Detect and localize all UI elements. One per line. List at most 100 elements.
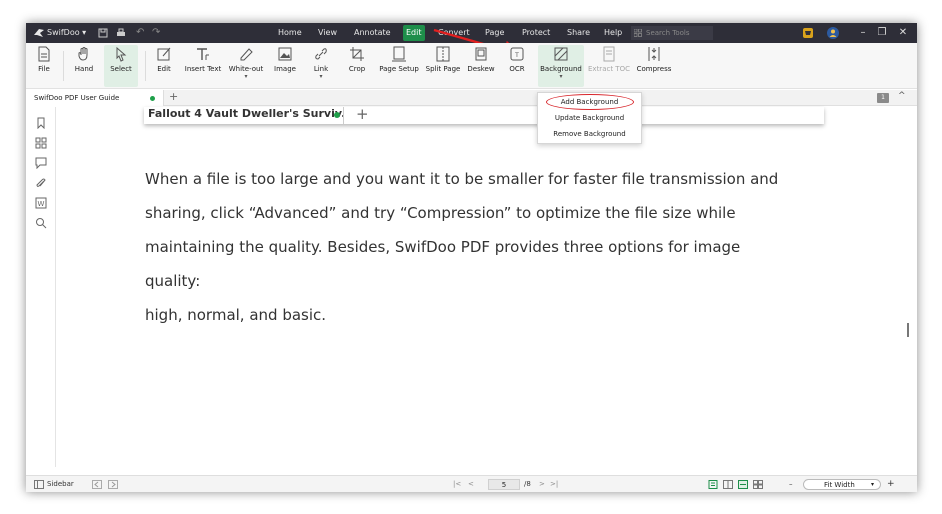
total-pages: /8: [524, 480, 531, 488]
page-count-badge: 1: [877, 93, 889, 103]
extract-toc-button[interactable]: Extract TOC: [588, 45, 630, 87]
background-icon: [554, 47, 568, 61]
menu-edit[interactable]: Edit: [403, 25, 425, 41]
select-label: Select: [110, 65, 132, 73]
white-out-button[interactable]: White-out ▾: [226, 45, 266, 87]
current-page-input[interactable]: 5: [488, 479, 520, 490]
image-icon: [278, 47, 292, 61]
ocr-label: OCR: [509, 65, 525, 73]
ocr-icon: T: [510, 47, 524, 61]
first-page-icon[interactable]: |<: [453, 476, 461, 492]
maximize-icon[interactable]: ❐: [873, 23, 891, 43]
two-page-view-icon[interactable]: [723, 480, 733, 489]
link-button[interactable]: Link ▾: [308, 45, 334, 87]
edit-icon: [157, 47, 171, 61]
image-button[interactable]: Image: [271, 45, 299, 87]
attachment-icon[interactable]: [35, 177, 47, 189]
sidebar-toggle-icon[interactable]: [34, 480, 44, 489]
undo-icon[interactable]: ↶: [136, 23, 144, 43]
edit-button[interactable]: Edit: [152, 45, 176, 87]
cursor-icon: [116, 46, 127, 62]
document-viewport[interactable]: Fallout 4 Vault Dweller's Surviv... + Wh…: [57, 105, 902, 467]
next-page-icon[interactable]: >: [539, 476, 545, 492]
deskew-label: Deskew: [467, 65, 495, 73]
extract-toc-icon: [603, 46, 615, 62]
embedded-screenshot-strip: Fallout 4 Vault Dweller's Surviv... +: [144, 105, 824, 124]
collapse-chevron-up-icon[interactable]: ^: [898, 91, 906, 101]
sidebar-label[interactable]: Sidebar: [47, 476, 74, 492]
ocr-button[interactable]: T OCR: [504, 45, 530, 87]
zoom-value: Fit Width: [824, 481, 855, 489]
minimize-icon[interactable]: –: [854, 23, 872, 43]
menu-share[interactable]: Share: [567, 23, 590, 43]
zoom-in-button[interactable]: +: [887, 476, 895, 492]
menu-protect[interactable]: Protect: [522, 23, 550, 43]
hand-label: Hand: [74, 65, 94, 73]
compress-button[interactable]: Compress: [634, 45, 674, 87]
continuous-view-icon[interactable]: [738, 480, 748, 489]
search-tools-input[interactable]: Search Tools: [631, 26, 713, 40]
search-icon[interactable]: [35, 217, 47, 229]
zoom-out-button[interactable]: –: [789, 476, 793, 492]
ribbon-divider: [63, 51, 64, 81]
app-name: SwifDoo: [47, 28, 80, 37]
last-page-icon[interactable]: >|: [550, 476, 558, 492]
page-setup-icon: [392, 46, 406, 62]
page-setup-label: Page Setup: [379, 65, 419, 73]
print-icon[interactable]: [116, 28, 126, 38]
word-icon[interactable]: W: [35, 197, 47, 209]
user-avatar-icon[interactable]: [827, 27, 839, 39]
crop-button[interactable]: Crop: [344, 45, 370, 87]
background-dropdown-menu: Add Background Update Background Remove …: [537, 92, 642, 144]
split-page-icon: [436, 46, 450, 62]
paragraph-line: When a file is too large and you want it…: [145, 170, 779, 188]
close-icon[interactable]: ✕: [894, 23, 912, 43]
save-icon[interactable]: [98, 28, 108, 38]
document-tab[interactable]: SwifDoo PDF User Guide: [26, 90, 164, 106]
split-page-button[interactable]: Split Page: [424, 45, 462, 87]
menu-view[interactable]: View: [318, 23, 337, 43]
menu-home[interactable]: Home: [278, 23, 302, 43]
redo-icon[interactable]: ↷: [152, 23, 160, 43]
embedded-unsaved-dot-icon: [334, 112, 340, 118]
image-label: Image: [274, 65, 296, 73]
file-label: File: [38, 65, 50, 73]
compress-label: Compress: [636, 65, 672, 73]
compress-icon: [648, 47, 660, 61]
menu-annotate[interactable]: Annotate: [354, 23, 391, 43]
next-view-icon[interactable]: [108, 480, 118, 489]
zoom-select[interactable]: Fit Width ▾: [803, 479, 881, 490]
search-placeholder: Search Tools: [646, 29, 690, 37]
update-background-item[interactable]: Update Background: [538, 111, 641, 126]
select-button[interactable]: Select: [104, 45, 138, 87]
app-menu-button[interactable]: SwifDoo ▾: [47, 23, 86, 43]
file-button[interactable]: File: [32, 45, 56, 87]
bookmark-icon[interactable]: [35, 117, 47, 129]
grid-view-icon[interactable]: [753, 480, 763, 489]
hand-button[interactable]: Hand: [70, 45, 98, 87]
hand-icon: [78, 47, 88, 61]
svg-text:W: W: [38, 200, 45, 208]
thumbnails-icon[interactable]: [35, 137, 47, 149]
embedded-tab-title: Fallout 4 Vault Dweller's Surviv...: [148, 107, 344, 120]
new-tab-plus-icon[interactable]: +: [169, 90, 178, 103]
document-tab-title: SwifDoo PDF User Guide: [34, 94, 120, 102]
single-page-view-icon[interactable]: [708, 480, 718, 489]
cart-icon[interactable]: [802, 27, 814, 39]
previous-page-icon[interactable]: <: [468, 476, 474, 492]
background-button[interactable]: Background ▾: [538, 45, 584, 87]
document-tab-bar: SwifDoo PDF User Guide + 1 ^: [26, 90, 917, 106]
insert-text-button[interactable]: Insert Text: [183, 45, 223, 87]
vertical-scroll-thumb[interactable]: [907, 323, 909, 337]
add-background-item[interactable]: Add Background: [538, 95, 641, 110]
previous-view-icon[interactable]: [92, 480, 102, 489]
chevron-down-icon: ▾: [319, 73, 323, 80]
page-setup-button[interactable]: Page Setup: [378, 45, 420, 87]
paragraph-line: sharing, click “Advanced” and try “Compr…: [145, 204, 736, 222]
menu-help[interactable]: Help: [604, 23, 622, 43]
vertical-scroll-track[interactable]: [902, 107, 917, 467]
paragraph-line: maintaining the quality. Besides, SwifDo…: [145, 238, 741, 290]
comment-icon[interactable]: [35, 157, 47, 169]
remove-background-item[interactable]: Remove Background: [538, 127, 641, 142]
deskew-button[interactable]: Deskew: [466, 45, 496, 87]
